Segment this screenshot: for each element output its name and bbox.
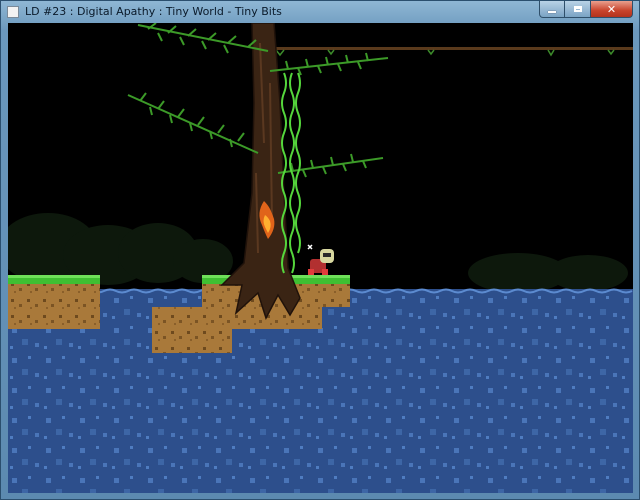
close-button[interactable]: ✕ [591, 1, 633, 18]
window-titlebar[interactable]: LD #23 : Digital Apathy : Tiny World - T… [1, 1, 639, 23]
floating-island-left [8, 275, 100, 329]
maximize-button[interactable] [565, 1, 591, 18]
minimize-button[interactable] [539, 1, 565, 18]
game-window: LD #23 : Digital Apathy : Tiny World - T… [0, 0, 640, 500]
game-scene [8, 23, 633, 493]
window-controls: ✕ [539, 1, 633, 19]
app-window-icon [7, 6, 19, 18]
game-viewport[interactable] [8, 23, 633, 493]
maximize-icon [573, 6, 582, 12]
window-title: LD #23 : Digital Apathy : Tiny World - T… [25, 5, 282, 18]
rope-bridge [275, 47, 633, 57]
minimize-icon [548, 10, 556, 13]
close-icon: ✕ [606, 2, 617, 16]
player-character [307, 244, 334, 275]
